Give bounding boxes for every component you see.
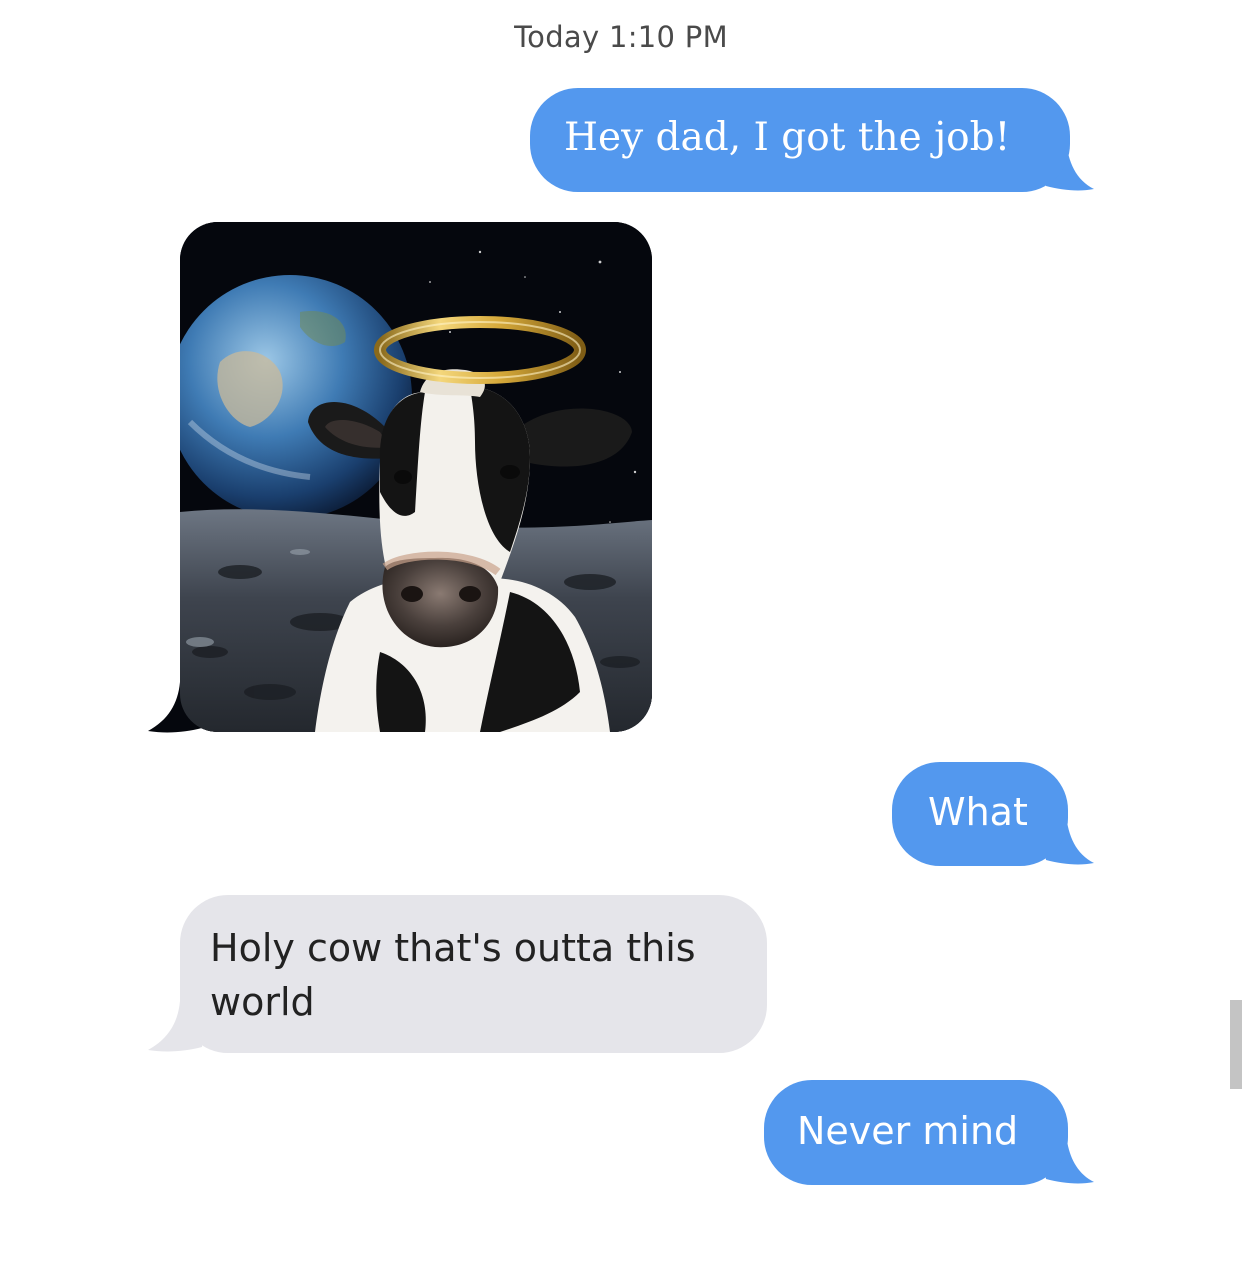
sent-message-bubble[interactable]: Never mind	[764, 1080, 1068, 1185]
cow-in-space-image	[180, 222, 652, 732]
scrollbar-thumb[interactable]	[1230, 1000, 1242, 1089]
image-message-bubble[interactable]	[180, 222, 652, 732]
sent-message-bubble[interactable]: What	[892, 762, 1068, 866]
message-timestamp: Today 1:10 PM	[514, 20, 728, 54]
received-message-bubble[interactable]: Holy cow that's outta this world	[180, 895, 767, 1053]
sent-message-bubble[interactable]: Hey dad, I got the job!	[530, 88, 1070, 192]
